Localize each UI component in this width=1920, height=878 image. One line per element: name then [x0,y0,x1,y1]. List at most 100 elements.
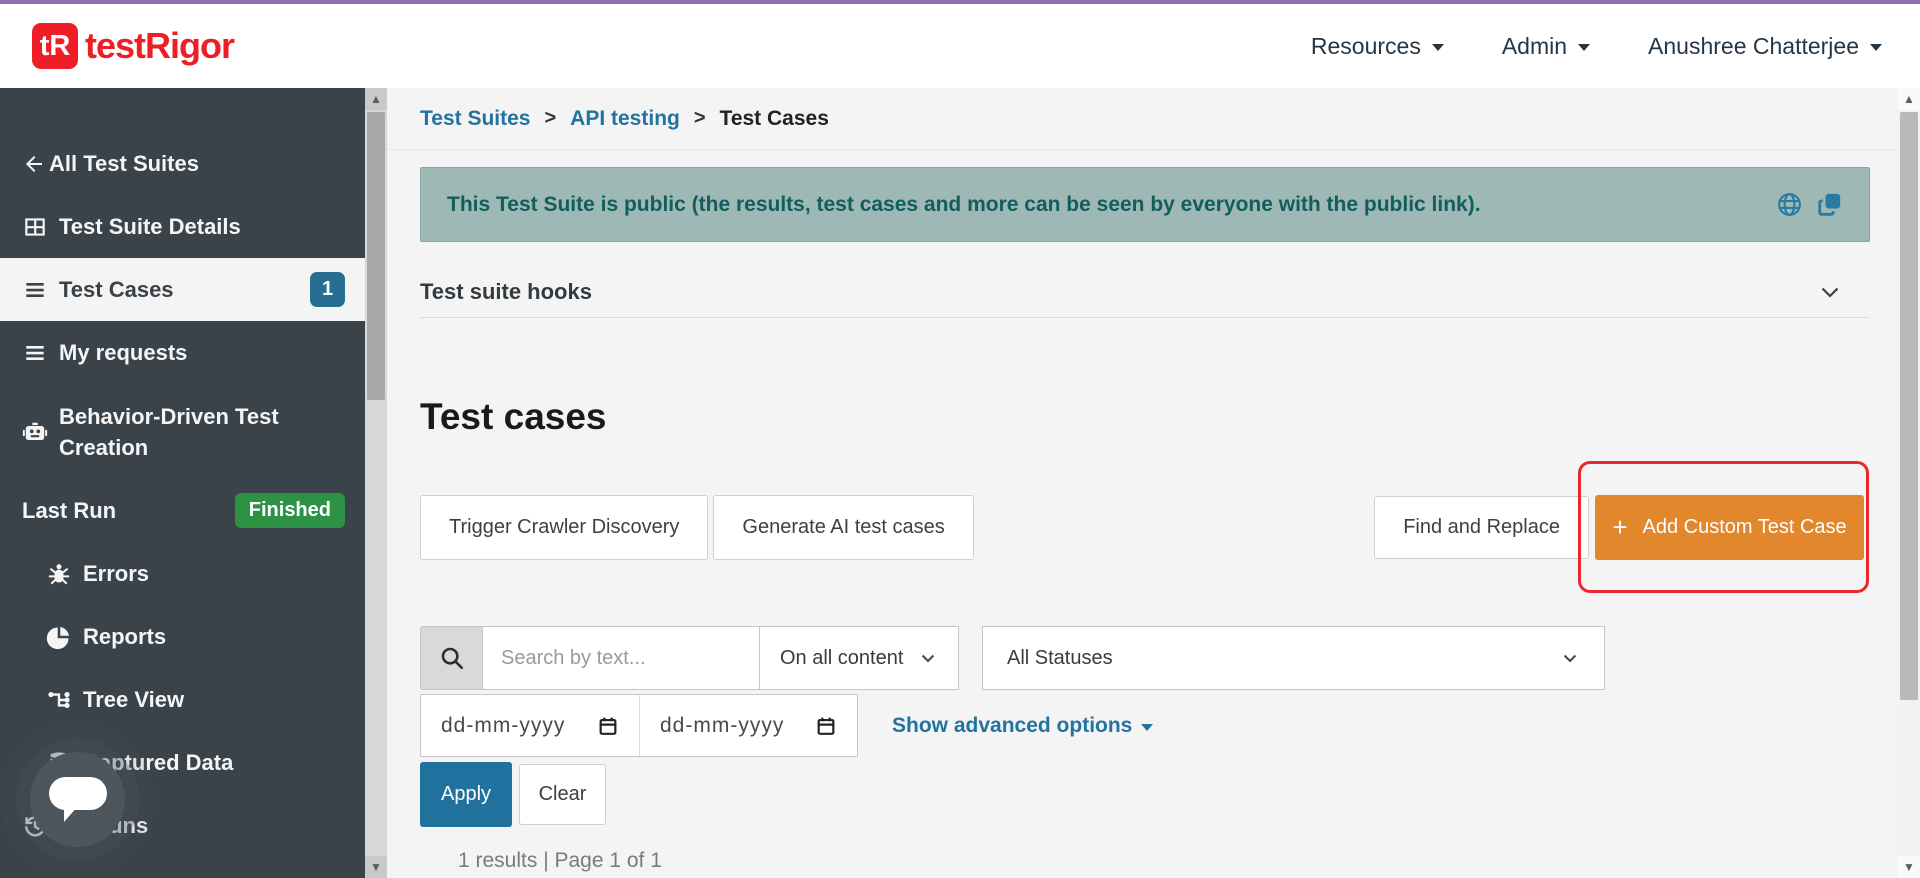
scrollbar-thumb[interactable] [367,112,385,400]
sidebar-item-last-run[interactable]: Last Run Finished [0,479,365,542]
sidebar-item-label: All Test Suites [49,150,199,176]
arrow-left-icon [22,152,46,176]
calendar-icon[interactable] [815,715,837,737]
nav-resources-dropdown[interactable]: Resources [1311,33,1444,60]
bug-icon [46,561,72,587]
tree-view-icon [46,687,72,713]
add-custom-test-case-button[interactable]: + Add Custom Test Case [1595,495,1864,560]
generate-ai-button[interactable]: Generate AI test cases [713,495,974,560]
list-icon [22,340,48,366]
arrow-up-icon: ▲ [1903,92,1915,106]
sidebar-item-errors[interactable]: Errors [0,542,365,605]
app-header: tR testRigor Resources Admin Anushree Ch… [0,4,1920,88]
public-suite-banner-text: This Test Suite is public (the results, … [447,192,1481,216]
show-advanced-options-link[interactable]: Show advanced options [892,713,1154,738]
search-scope-select[interactable]: On all content [759,626,959,690]
calendar-icon[interactable] [597,715,619,737]
caret-down-icon [1578,44,1591,51]
breadcrumb-test-suites[interactable]: Test Suites [420,107,530,131]
table-icon [22,214,48,240]
chat-widget-button[interactable] [30,752,125,847]
status-filter-value: All Statuses [1007,646,1113,669]
breadcrumb-separator: > [544,107,557,129]
date-to-placeholder: dd-mm-yyyy [660,713,785,737]
sidebar-item-my-requests[interactable]: My requests [0,321,365,384]
nav-resources-label: Resources [1310,32,1421,59]
search-filter-row: On all content All Statuses [420,626,1870,690]
scrollbar-thumb[interactable] [1900,112,1918,700]
search-icon [420,626,482,690]
chat-bubble-icon [48,776,107,822]
apply-clear-row: Apply Clear [420,762,1870,827]
status-filter-select[interactable]: All Statuses [982,626,1605,690]
logo-text: testRigor [85,25,235,66]
test-cases-toolbar: Trigger Crawler Discovery Generate AI te… [420,461,1870,593]
robot-icon [22,420,48,446]
trigger-crawler-button[interactable]: Trigger Crawler Discovery [420,495,709,560]
chevron-down-icon [1560,648,1580,668]
sidebar-item-tree-view[interactable]: Tree View [0,668,365,731]
nav-admin-label: Admin [1501,32,1568,59]
date-from-input[interactable]: dd-mm-yyyy [421,695,639,756]
show-advanced-options-label: Show advanced options [892,713,1133,737]
search-input[interactable] [482,626,760,690]
scroll-up-button[interactable]: ▲ [365,88,387,110]
nav-user-dropdown[interactable]: Anushree Chatterjee [1648,33,1882,60]
sidebar-item-test-suite-details[interactable]: Test Suite Details [0,195,365,258]
breadcrumb-api-testing[interactable]: API testing [570,107,680,131]
sidebar-item-label: Test Cases [59,276,174,302]
caret-down-icon [1870,44,1882,51]
sidebar-item-label: My requests [59,339,188,365]
search-scope-value: On all content [780,646,904,669]
nav-admin-dropdown[interactable]: Admin [1501,32,1591,60]
sidebar-item-label: Behavior-Driven Test Creation [59,403,279,460]
date-from-placeholder: dd-mm-yyyy [441,713,566,737]
sidebar-item-test-cases[interactable]: Test Cases 1 [0,258,365,321]
chevron-down-icon [918,648,938,668]
sidebar-scrollbar[interactable]: ▲ ▼ [365,88,387,878]
nav-user-label: Anushree Chatterjee [1648,32,1859,59]
scroll-down-button[interactable]: ▼ [1898,856,1920,878]
sidebar-item-label: Errors [83,560,150,586]
plus-icon: + [1612,512,1628,542]
clear-button[interactable]: Clear [519,764,606,825]
arrow-up-icon: ▲ [370,92,382,106]
main-content: Test Suites > API testing > Test Cases T… [387,88,1898,878]
sidebar-item-behavior-driven[interactable]: Behavior-Driven Test Creation [0,384,365,479]
copy-link-icon[interactable] [1816,191,1843,218]
sidebar-item-label: Tree View [83,686,185,712]
caret-down-icon [1141,723,1154,731]
public-suite-banner: This Test Suite is public (the results, … [420,167,1870,242]
chevron-down-icon [1818,280,1842,304]
testrigor-logo[interactable]: tR testRigor [32,23,235,69]
scroll-up-button[interactable]: ▲ [1898,88,1920,110]
breadcrumb: Test Suites > API testing > Test Cases [387,88,1898,150]
breadcrumb-separator: > [693,107,706,129]
sidebar-item-label: Test Suite Details [59,213,241,239]
page-title: Test cases [420,396,607,437]
list-icon [22,277,48,303]
add-custom-test-case-label: Add Custom Test Case [1642,516,1847,538]
scroll-down-button[interactable]: ▼ [365,856,387,878]
date-filter-row: dd-mm-yyyy dd-mm-yyyy Show advanced opti… [420,694,1870,757]
breadcrumb-test-cases: Test Cases [719,106,829,130]
sidebar-item-label: Last Run [22,497,117,523]
header-nav: Resources Admin Anushree Chatterjee [1253,33,1882,60]
hooks-title: Test suite hooks [420,278,592,304]
apply-button[interactable]: Apply [420,762,512,827]
pie-chart-icon [46,624,72,650]
date-to-input[interactable]: dd-mm-yyyy [639,695,857,756]
logo-badge-icon: tR [32,23,78,69]
globe-icon[interactable] [1776,191,1803,218]
test-cases-count-badge: 1 [310,272,345,307]
last-run-status-badge: Finished [234,493,345,528]
main-scrollbar[interactable]: ▲ ▼ [1898,88,1920,878]
caret-down-icon [1431,44,1444,51]
sidebar-item-label: Reports [83,623,167,649]
sidebar-item-all-test-suites[interactable]: All Test Suites [0,132,365,195]
test-suite-hooks-expander[interactable]: Test suite hooks [420,266,1870,318]
arrow-down-icon: ▼ [1903,860,1915,874]
sidebar-item-reports[interactable]: Reports [0,605,365,668]
find-and-replace-button[interactable]: Find and Replace [1374,496,1589,559]
arrow-down-icon: ▼ [370,860,382,874]
